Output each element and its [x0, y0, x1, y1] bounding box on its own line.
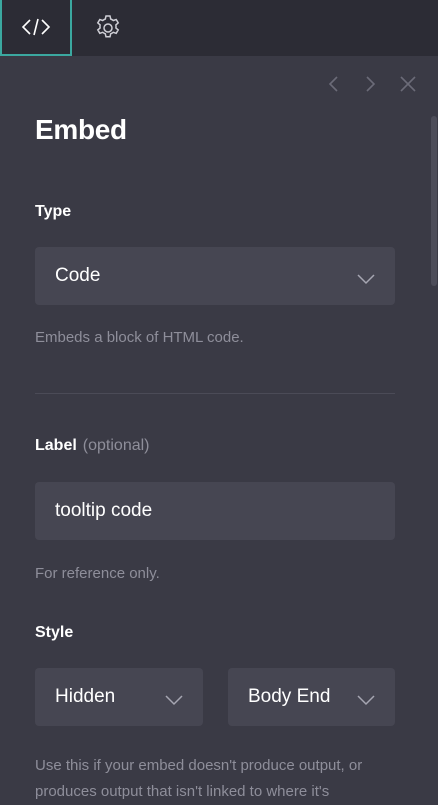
- close-button[interactable]: [396, 74, 420, 98]
- label-input[interactable]: tooltip code: [35, 482, 395, 540]
- position-select[interactable]: Body End: [228, 668, 395, 726]
- gear-icon: [93, 13, 123, 43]
- chevron-down-icon: [165, 690, 183, 706]
- label-help-text: For reference only.: [35, 565, 160, 582]
- visibility-select-value: Hidden: [55, 686, 116, 707]
- scrollbar-track[interactable]: [430, 56, 438, 804]
- style-help-line-1: Use this if your embed doesn't produce o…: [35, 757, 363, 774]
- label-input-value: tooltip code: [55, 500, 153, 521]
- label-field-label: Label (optional): [35, 437, 150, 455]
- label-field-title: Label: [35, 437, 77, 454]
- next-button[interactable]: [358, 74, 382, 98]
- top-toolbar: [0, 0, 438, 56]
- optional-hint: (optional): [82, 437, 150, 454]
- style-help-line-2: produces output that isn't linked to whe…: [35, 783, 330, 800]
- type-label: Type: [35, 203, 72, 220]
- chevron-left-icon: [327, 75, 341, 98]
- prev-button[interactable]: [322, 74, 346, 98]
- visibility-select[interactable]: Hidden: [35, 668, 203, 726]
- scrollbar-thumb[interactable]: [431, 116, 437, 286]
- style-help-text: Use this if your embed doesn't produce o…: [35, 753, 362, 805]
- tab-settings[interactable]: [72, 0, 144, 56]
- chevron-down-icon: [357, 690, 375, 706]
- chevron-right-icon: [363, 75, 377, 98]
- position-select-value: Body End: [248, 686, 331, 707]
- type-help-text: Embeds a block of HTML code.: [35, 329, 244, 346]
- type-select[interactable]: Code: [35, 247, 395, 305]
- close-icon: [399, 75, 417, 98]
- divider: [35, 393, 395, 394]
- panel-title: Embed: [35, 114, 127, 145]
- code-icon: [21, 16, 51, 38]
- type-select-value: Code: [55, 265, 101, 286]
- tab-embed[interactable]: [0, 0, 72, 56]
- chevron-down-icon: [357, 269, 375, 285]
- style-label: Style: [35, 624, 74, 641]
